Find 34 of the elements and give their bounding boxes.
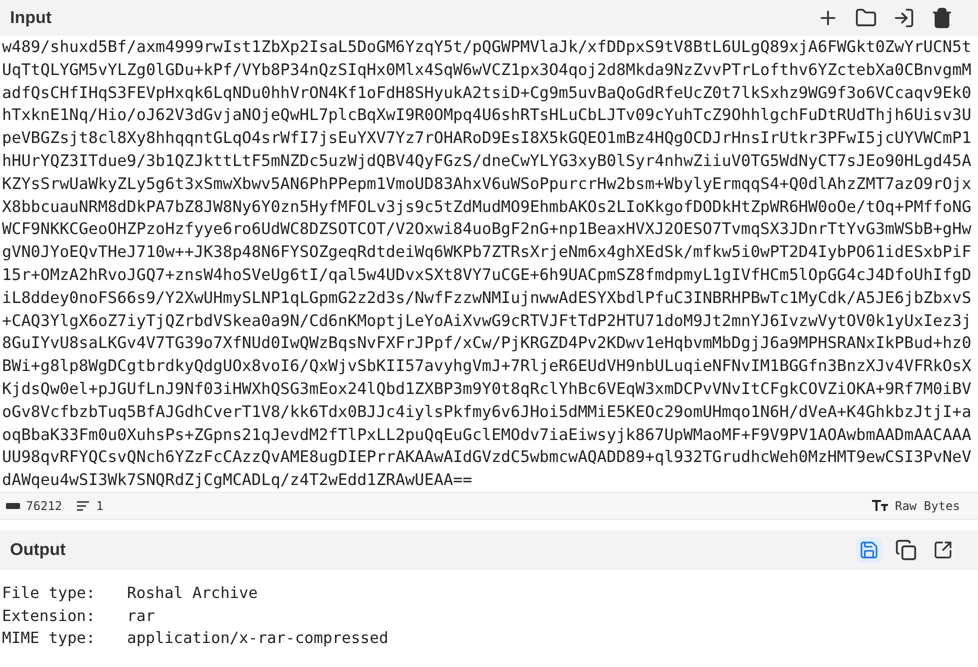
field-label: File type: [2,583,96,604]
text-line: dAWqeu4wSI3Wk7SNQRdZjCgMCADLq/z4T2wEdd1ZRAwUEAA== [2,469,474,492]
field-label: MIME type: [2,628,96,649]
text-line: WCF9NKKCGeoOHZPzoHzfyye6ro6UdWC8DZSOTCOT/V2Oxwi84uoBgF2nG+np1BeaxHVXJ2OESO7TvmqSX3JDnrTtYvG3mWSbB+gHw [2,218,972,240]
field-value: rar [127,606,155,626]
text-line: w489/shuxd5Bf/axm4999rwIst1ZbXp2IsaL5DoGM6YzqY5t/pQGWPMVlaJk/xfDDpxS9tV8BtL6ULgQ89xjA6FWGkt0ZwYrUCN5t [2,36,972,58]
line-count: 1 [96,499,104,513]
text-line: KZYsSrwUaWkyZLy5g6t3xSmwXbwv5AN6PhPPepm1VmoUD83AhxV6uWSoPpurcrHw2bsm+WbylyErmqqS4+Q0dlAhzZMT7azO9rOjx [2,172,972,195]
font-icon [870,500,889,512]
field-value: application/x-rar-compressed [127,628,388,649]
text-line: oGv8VcfbzbTuq5BfAJGdhCverT1V8/kk6Tdx0BJJc4iylsPkfmy6v6JHoi5dMMiE5KEOc29omUHmqo1N6H/dVeA+K4GhkbzJtjI+a [2,400,972,423]
text-line: BWi+g8lp8WgDCgtbrdkyQdgUOx8voI6/QxWjvSbKII57avyhgVmJ+7RljeR6EUdVH9nbULuqieNFNvIM1BGGfn3BnzXJv4VFRkOsX [2,355,972,378]
field-label: Extension: [2,606,96,626]
text-line: 15r+OMzA2hRvoJGQ7+znsW4hoSVeUg6tI/qal5w4UDvxSXt8VY7uCGE+6h9UACpmSZ8fmdpmyL1gIVfHCm5lOpGG4cJ4DfoUhIfgD [2,264,972,286]
text-line: peVBGZsjt8cl8Xy8hhqqntGLqO4srWfI7jsEuYXV7Yz7rOHARoD9EsI8X5kGQEO1mBz4HQgOCDJrHnsIrUtkr3PFwI5jcUYVWCmP1 [2,127,972,150]
text-line: adfQsCHfIHqS3FEVpHxqk6LqNDu0hhVrON4Kf1oFdH8SHyukA2tsiD+Cg9m5uvBaQoGdRfeUcZ0t7lkSxhz9WG9f3o6VCcaqv9Ek0 [2,82,972,104]
text-line: iL8ddey0noFS66s9/Y2XwUHmySLNP1qLGpmG2z2d3s/NwfFzzwNMIujnwwAdESYXbdlPfuC3INBRHPBwTc1MyCdk/A5JE6jbZbxvS [2,286,972,309]
text-line: 8GuIYvU8saLKGv4V7TG39o7XfNUd0IwQWzBqsNvFXFrJPpf/xCw/PjKRGZD4Pv2KDwv1eHqbvmMbDgjJ6a9MPHSRANxIkPBud+hz0 [2,332,972,354]
lines-icon [76,501,90,511]
save-icon[interactable] [856,537,882,563]
encoding-selector[interactable]: Raw Bytes [894,499,960,513]
text-line: KjdsQw0el+pJGUfLnJ9Nf03iHWXhQSG3mEox24lQbd1ZXBP3m9Y0t8qRclYhBc6VEqW3xmDCPvVNvItCFgkCOVZiOKA+9Rf7M0iBV [2,378,972,400]
text-line: +CAQ3YlgX6oZ7iyTjQZrbdVSkea0a9N/Cd6nKMoptjLeYoAiXvwG9cRTVJFtTdP2HTU71doM9Jt2mnYJ6IvzwVytOV0k1yUxIez3j [2,310,972,332]
text-line: gVN0JYoEQvTHeJ710w++JK38p48N6FYSOZgeqRdtdeiWq6WKPb7ZTRsXrjeNm6x4ghXEdSk/mfkw5i0wPT2D4IybPO61idESxbPiF [2,241,972,264]
text-line: hTxknE1Nq/Hio/oJ62V3dGvjaNOjeQwHL7plcBqXwI9R0OMpq4U6shRTsHLuCbLJTv09cYuhTcZ9OhhlgchFuDtRUdThjh6Uisv3U [2,104,972,126]
text-line: hHUrYQZ3ITdue9/3b1QZJkttLtF5mNZDc5uzWjdQBV4QyFGzS/dneCwYLYG3xyB0lSyr4nhwZiiuV0TG5WdNyCT7sJEo90HLgd45A [2,150,972,172]
text-line: UU98qvRFYQCsvQNch6YZzFcCAzzQvAME8ugDIEPrrAKAAwAIdGVzdC5wbmcwAQADD89+ql932TGrudhcWeh0MzHMT9ewCSI3PvNeV [2,446,972,468]
text-line: oqBbaK33Fm0u0XuhsPs+ZGpns21qJevdM2fTlPxLL2puQqEuGclEMOdv7iaEiwsyjk867UpWMaoMF+F9V9PV1AOAwbmAADmAACAAA [2,424,972,446]
text-line: X8bbcuauNRM8dDkPA7bZ8JW8Ny6Y0zn5HyfMFOLv3js9c5tZdMudMO9EhmbAKOs2LIoKkgofDODkHtZpWR6HW0oOe/tOq+PMffoNG [2,196,972,218]
field-value: Roshal Archive [127,583,258,604]
panel-title: Input [10,8,52,28]
text-line: UqTtQLYGM5vYLZg0lGDu+kPf/VYb8P34nQzSIqHx0Mlx4SqW6wVCZ1px3O4qoj2d8Mkda9NzZvvPTrLofthv6YZctebXa0CBnvgmM [2,58,972,81]
length-count: 76212 [26,499,62,513]
panel-title: Output [10,540,66,560]
